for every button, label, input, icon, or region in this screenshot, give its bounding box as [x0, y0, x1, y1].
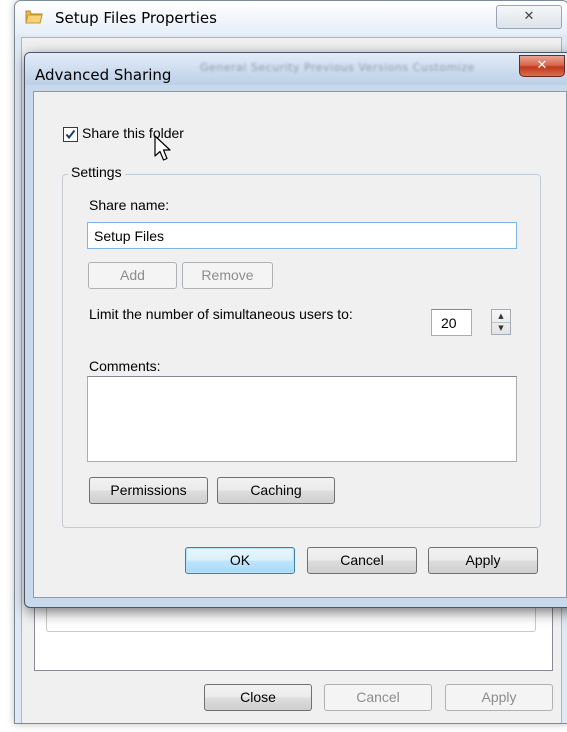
add-button: Add [88, 262, 177, 289]
background-tabs-ghost: General Security Previous Versions Custo… [200, 61, 475, 74]
settings-legend: Settings [68, 164, 125, 180]
properties-window-title: Setup Files Properties [55, 9, 217, 27]
dialog-title: Advanced Sharing [35, 66, 172, 84]
user-limit-label: Limit the number of simultaneous users t… [89, 306, 353, 322]
share-name-label: Share name: [89, 197, 170, 213]
dialog-close-button[interactable]: ✕ [519, 55, 565, 77]
properties-close-btn[interactable]: Close [204, 684, 312, 711]
mouse-pointer-icon [154, 135, 171, 161]
permissions-button[interactable]: Permissions [89, 477, 208, 504]
apply-button[interactable]: Apply [428, 547, 538, 574]
folder-icon [25, 9, 43, 24]
cancel-button[interactable]: Cancel [307, 547, 417, 574]
user-limit-spinner[interactable]: ▲ ▼ [491, 309, 511, 335]
properties-group-box [46, 607, 536, 632]
spin-down-arrow-icon[interactable]: ▼ [492, 322, 510, 334]
comments-label: Comments: [89, 358, 161, 374]
caching-button[interactable]: Caching [217, 477, 335, 504]
properties-title-bar: Setup Files Properties ✕ [15, 1, 567, 35]
user-limit-input[interactable]: 20 [431, 309, 472, 336]
remove-button: Remove [182, 262, 273, 289]
properties-apply-button: Apply [445, 684, 553, 711]
properties-close-button[interactable]: ✕ [496, 5, 562, 29]
share-name-input[interactable] [87, 222, 517, 249]
share-folder-checkbox[interactable] [63, 127, 78, 142]
properties-cancel-button: Cancel [324, 684, 432, 711]
ok-button[interactable]: OK [185, 547, 295, 574]
checkmark-icon [65, 129, 76, 140]
comments-textarea[interactable] [87, 376, 517, 462]
dialog-title-bar: General Security Previous Versions Custo… [25, 53, 567, 85]
